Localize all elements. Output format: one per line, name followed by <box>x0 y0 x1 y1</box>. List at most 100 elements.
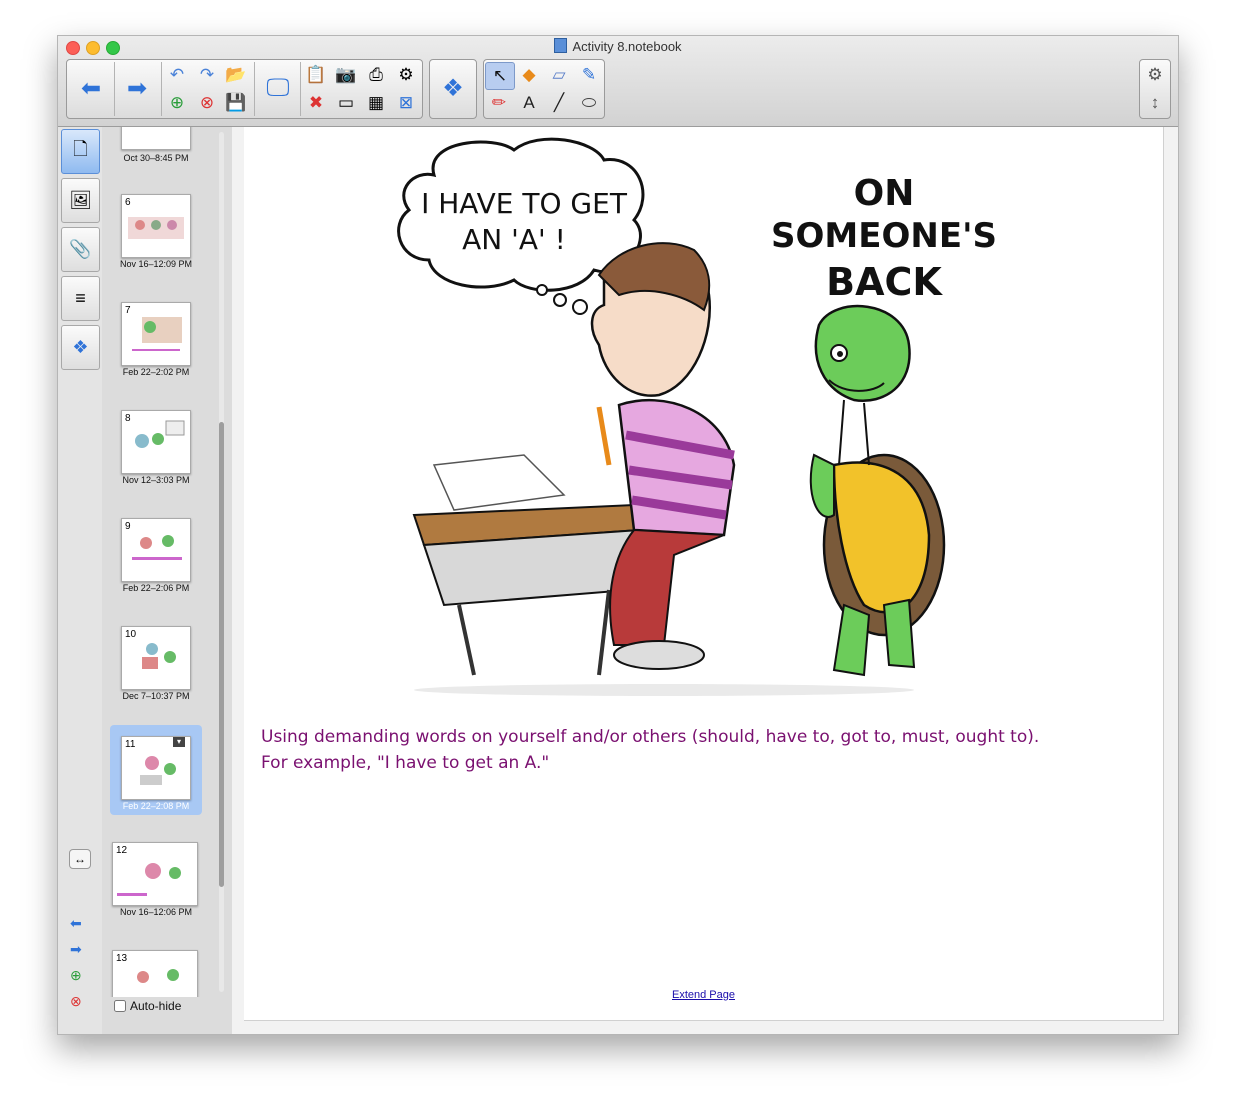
slide-preview <box>132 317 182 351</box>
eraser-tool-icon[interactable]: ▱ <box>545 62 573 88</box>
resize-icon: ↔ <box>74 852 86 866</box>
slide-thumbnail[interactable]: 8 Nov 12–3:03 PM <box>110 407 202 497</box>
slide-thumbnail[interactable]: Oct 30–8:45 PM <box>110 127 202 193</box>
line-tool-icon[interactable]: ╱ <box>545 90 573 116</box>
shapes-tool-icon[interactable]: ◆ <box>515 62 543 88</box>
toolbar-main-group: ⬅ ➡ ↶ ↷ ⊕ ⊗ <box>66 59 238 119</box>
toolbar-settings-group: ⚙ ↕ <box>1139 59 1171 119</box>
redo-button[interactable]: ↷ <box>193 62 221 88</box>
add-page-small-icon[interactable]: ⊕ <box>70 967 82 984</box>
sign-text-line1: ON <box>854 173 915 214</box>
table-icon[interactable]: ▦ <box>362 90 390 116</box>
next-page-button[interactable]: ➡ <box>115 60 159 116</box>
toolbar-tools-group: ↖ ◆ ▱ ✎ ✏ A ╱ ⬭ <box>483 59 605 119</box>
fill-tool-icon[interactable]: ✎ <box>575 62 603 88</box>
app-window: Activity 8.notebook ⬅ ➡ ↶ ↷ ⊕ ⊗ 📂 💾 🖵 📋 … <box>57 35 1179 1035</box>
slide-number: 11 <box>125 739 136 750</box>
recognize-icon[interactable]: ⚙ <box>392 62 420 88</box>
slide-thumbnail[interactable]: 6 Nov 16–12:09 PM <box>110 191 202 281</box>
gallery-tab[interactable]: 🖼 <box>61 178 100 223</box>
paste-icon[interactable]: 📋 <box>302 62 330 88</box>
slide-thumbnail[interactable]: 7 Feb 22–2:02 PM <box>110 299 202 389</box>
page-caption[interactable]: Using demanding words on yourself and/or… <box>261 724 1039 776</box>
slide-preview <box>128 217 184 239</box>
thought-text-line1: I HAVE TO GET <box>421 187 628 220</box>
auto-hide-input[interactable] <box>114 1000 126 1012</box>
properties-tab[interactable]: ≡ <box>61 276 100 321</box>
thumbnail-list: Oct 30–8:45 PM 6 Nov 16–12:09 PM 7 Feb 2… <box>102 127 222 997</box>
slide-number: 8 <box>125 413 131 424</box>
slide-number: 9 <box>125 521 131 532</box>
screen-shade-icon[interactable]: ▭ <box>332 90 360 116</box>
open-folder-icon[interactable]: 📂 <box>222 62 250 88</box>
page-icon: 🗋 <box>73 138 88 159</box>
slide-date: Oct 30–8:45 PM <box>123 153 189 163</box>
pens-tool-icon[interactable]: ✏ <box>485 90 513 116</box>
addons-puzzle-icon[interactable]: ❖ <box>431 60 475 116</box>
eraser-icon[interactable]: ⬭ <box>575 90 603 116</box>
delete-page-small-icon[interactable]: ⊗ <box>70 993 82 1010</box>
delete-page-icon[interactable]: ⊗ <box>193 90 221 116</box>
undo-button[interactable]: ↶ <box>163 62 191 88</box>
caption-line-2: For example, "I have to get an A." <box>261 753 550 773</box>
gear-icon[interactable]: ⚙ <box>1141 62 1169 88</box>
slide-number: 6 <box>125 197 131 208</box>
document-camera-icon[interactable]: ⎙ <box>362 62 390 88</box>
toolbar-file-group: 📂 💾 🖵 📋 📷 ⎙ ⚙ ✖ ▭ ▦ ⊠ <box>222 59 423 119</box>
screen-capture-icon[interactable]: 📷 <box>332 62 360 88</box>
sorter-scrollbar[interactable] <box>219 132 224 992</box>
auto-hide-label: Auto-hide <box>130 999 182 1013</box>
slide-number: 12 <box>116 845 128 856</box>
notebook-page[interactable]: I HAVE TO GET AN 'A' ! ON SOMEONE'S BACK <box>244 127 1164 1021</box>
slide-preview <box>132 535 182 560</box>
slide-date: Nov 16–12:09 PM <box>119 259 193 269</box>
slide-thumbnail[interactable]: 12 Nov 16–12:06 PM <box>110 839 202 929</box>
full-screen-icon[interactable]: ⊠ <box>392 90 420 116</box>
sign-text-line2: SOMEONE'S <box>771 216 997 256</box>
slide-preview <box>135 420 185 448</box>
toolbar-addons-group: ❖ <box>429 59 477 119</box>
toolbar-position-icon[interactable]: ↕ <box>1141 90 1169 116</box>
slide-thumbnail-selected[interactable]: 11 Feb 22–2:08 PM ▾ <box>110 725 202 815</box>
save-icon[interactable]: 💾 <box>222 90 250 116</box>
title-bar: Activity 8.notebook ⬅ ➡ ↶ ↷ ⊕ ⊗ 📂 💾 🖵 📋 … <box>58 36 1178 127</box>
page-sorter-tab[interactable]: 🗋 <box>61 129 100 174</box>
document-icon <box>554 38 568 53</box>
slide-thumbnail[interactable]: 13 <box>110 947 202 997</box>
cartoon-image[interactable]: I HAVE TO GET AN 'A' ! ON SOMEONE'S BACK <box>364 135 1004 705</box>
picture-icon: 🖼 <box>69 190 92 210</box>
canvas-area: I HAVE TO GET AN 'A' ! ON SOMEONE'S BACK <box>232 127 1178 1034</box>
slide-menu-icon[interactable]: ▾ <box>173 737 185 747</box>
attachments-tab[interactable]: 📎 <box>61 227 100 272</box>
puzzle-icon: ❖ <box>72 337 89 357</box>
page-sorter: Oct 30–8:45 PM 6 Nov 16–12:09 PM 7 Feb 2… <box>102 127 232 1034</box>
next-page-icon[interactable]: ➡ <box>70 941 82 958</box>
paperclip-icon: 📎 <box>69 239 92 259</box>
slide-date: Dec 7–10:37 PM <box>122 691 190 701</box>
expand-sidebar-button[interactable]: ↔ <box>69 849 91 869</box>
slide-date: Feb 22–2:02 PM <box>122 367 190 377</box>
select-tool-icon[interactable]: ↖ <box>485 62 515 90</box>
slide-number: 10 <box>125 629 137 640</box>
window-title: Activity 8.notebook <box>58 38 1178 54</box>
slide-thumbnail[interactable]: 9 Feb 22–2:06 PM <box>110 515 202 605</box>
slide-date: Nov 12–3:03 PM <box>122 475 190 485</box>
previous-page-button[interactable]: ⬅ <box>69 60 113 116</box>
sign-text-line3: BACK <box>826 260 943 304</box>
display-screen-icon[interactable]: 🖵 <box>256 60 300 116</box>
slide-date: Feb 22–2:06 PM <box>122 583 190 593</box>
properties-icon: ≡ <box>75 288 86 308</box>
side-tab-bar: 🗋 🖼 📎 ≡ ❖ ↔ ⬅ ➡ ⊕ ⊗ <box>58 127 103 1034</box>
add-page-icon[interactable]: ⊕ <box>163 90 191 116</box>
slide-number: 13 <box>116 953 128 964</box>
extend-page-link[interactable]: Extend Page <box>672 989 735 1001</box>
slide-date: Feb 22–2:08 PM <box>122 801 190 811</box>
previous-page-icon[interactable]: ⬅ <box>70 915 82 932</box>
thought-text-line2: AN 'A' ! <box>462 223 566 256</box>
delete-icon[interactable]: ✖ <box>302 90 330 116</box>
sorter-scroll-thumb[interactable] <box>219 422 224 887</box>
auto-hide-checkbox[interactable]: Auto-hide <box>114 999 181 1013</box>
slide-thumbnail[interactable]: 10 Dec 7–10:37 PM <box>110 623 202 713</box>
addons-tab[interactable]: ❖ <box>61 325 100 370</box>
text-tool-icon[interactable]: A <box>515 90 543 116</box>
